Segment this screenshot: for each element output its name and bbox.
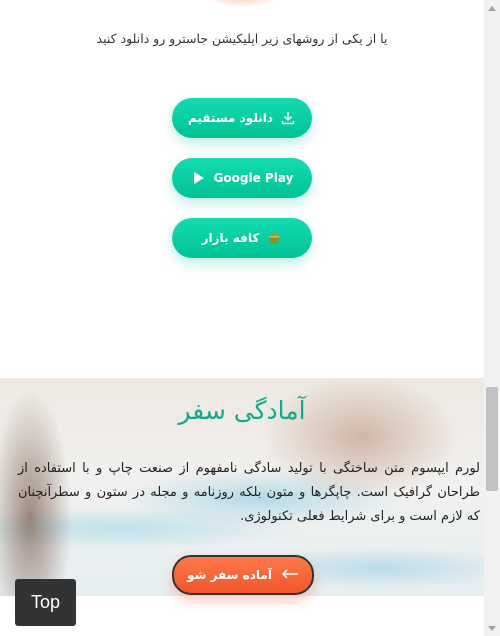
scrollbar-thumb[interactable] (486, 387, 498, 491)
arrow-left-icon (281, 568, 299, 582)
direct-download-button[interactable]: دانلود مستقیم (172, 98, 312, 138)
travel-title: آمادگی سفر (178, 396, 306, 425)
cafe-bazaar-button[interactable]: کافه بازار (172, 218, 312, 258)
google-play-button[interactable]: Google Play (172, 158, 312, 198)
get-ready-button[interactable]: آماده سفر شو (172, 555, 314, 595)
cafe-bazaar-label: کافه بازار (201, 231, 260, 245)
get-ready-label: آماده سفر شو (187, 568, 272, 582)
scroll-down-arrow-icon[interactable] (484, 620, 500, 636)
back-to-top-button[interactable]: Top (15, 579, 76, 626)
google-play-label: Google Play (213, 171, 294, 185)
scroll-up-arrow-icon[interactable] (484, 0, 500, 16)
play-icon (191, 170, 207, 186)
page: یا از یکی از روشهای زیر اپلیکیشن جاسترو … (0, 0, 484, 636)
download-icon (280, 110, 296, 126)
button-glow (205, 0, 280, 8)
cafe-bazaar-icon (266, 230, 282, 246)
direct-download-label: دانلود مستقیم (187, 111, 274, 125)
vertical-scrollbar[interactable] (484, 0, 500, 636)
travel-description: لورم ایپسوم متن ساختگی با تولید سادگی نا… (18, 461, 480, 524)
download-intro-text: یا از یکی از روشهای زیر اپلیکیشن جاسترو … (96, 31, 388, 46)
